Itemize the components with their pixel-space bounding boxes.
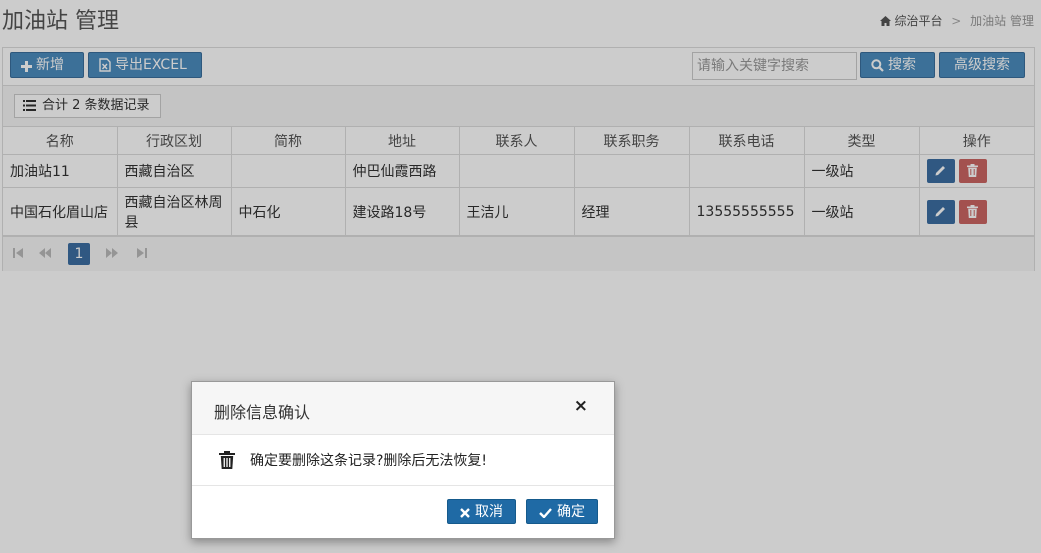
cancel-label: 取消 (475, 504, 503, 520)
delete-confirm-dialog: 删除信息确认 × 确定要删除这条记录?删除后无法恢复! 取消 确定 (191, 381, 615, 539)
dialog-header: 删除信息确认 × (192, 382, 614, 435)
check-icon (539, 508, 552, 519)
dialog-message: 确定要删除这条记录?删除后无法恢复! (250, 453, 488, 469)
trash-icon (219, 451, 235, 469)
confirm-button[interactable]: 确定 (526, 499, 598, 524)
confirm-label: 确定 (557, 504, 585, 520)
dialog-title: 删除信息确认 (214, 403, 311, 422)
dialog-body: 确定要删除这条记录?删除后无法恢复! (192, 435, 614, 486)
cancel-button[interactable]: 取消 (447, 499, 516, 524)
close-icon[interactable]: × (574, 397, 588, 415)
dialog-footer: 取消 确定 (192, 486, 614, 539)
times-icon (460, 508, 470, 518)
